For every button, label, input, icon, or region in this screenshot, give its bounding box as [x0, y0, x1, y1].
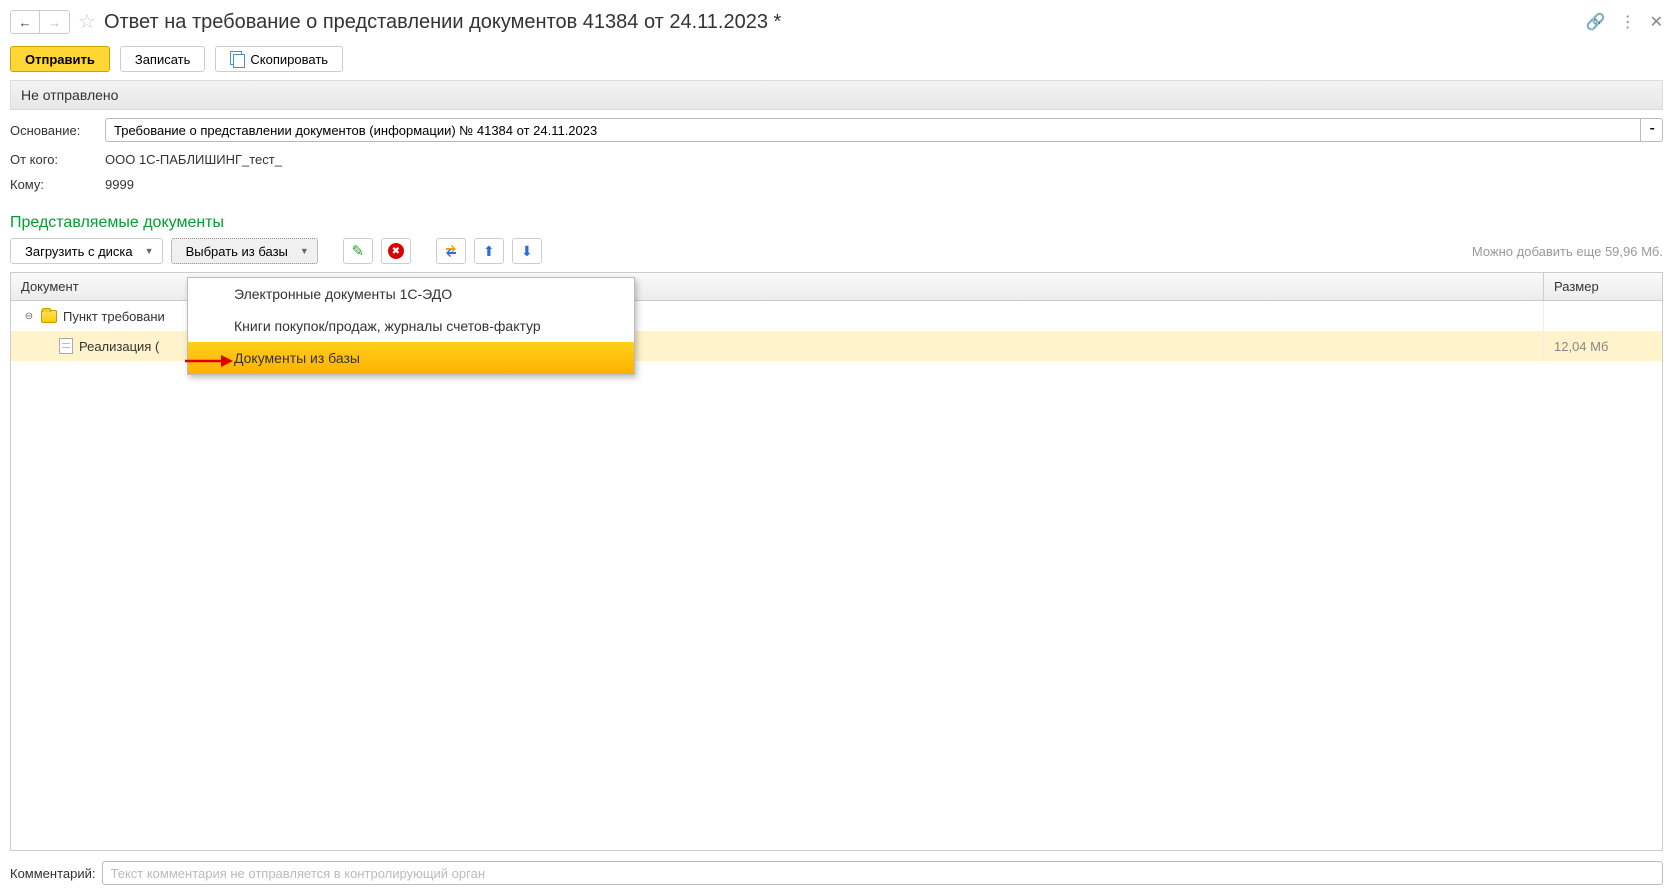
delete-button[interactable] [381, 238, 411, 264]
swap-button[interactable] [436, 238, 466, 264]
select-from-db-label: Выбрать из базы [186, 244, 288, 259]
load-from-disk-label: Загрузить с диска [25, 244, 133, 259]
folder-icon [41, 310, 57, 323]
nav-back-button[interactable]: ← [10, 10, 40, 34]
copy-button-label: Скопировать [250, 52, 328, 67]
copy-button[interactable]: Скопировать [215, 46, 343, 72]
move-up-button[interactable] [474, 238, 504, 264]
to-value: 9999 [105, 177, 134, 192]
close-icon[interactable]: ✕ [1650, 12, 1663, 32]
tree-collapse-icon[interactable]: ⊖ [23, 310, 35, 322]
move-down-button[interactable] [512, 238, 542, 264]
dropdown-item-edo[interactable]: Электронные документы 1С-ЭДО [188, 278, 634, 310]
documents-section-heading: Представляемые документы [0, 210, 1673, 238]
link-icon[interactable]: 🔗 [1586, 12, 1606, 32]
chevron-down-icon: ▼ [145, 246, 154, 256]
basis-lookup-button[interactable]: ··· [1641, 118, 1663, 142]
from-value: ООО 1С-ПАБЛИШИНГ_тест_ [105, 152, 282, 167]
row-label: Реализация ( [79, 339, 159, 354]
select-from-db-dropdown: Электронные документы 1С-ЭДО Книги покуп… [187, 277, 635, 375]
send-button[interactable]: Отправить [10, 46, 110, 72]
status-bar: Не отправлено [10, 80, 1663, 110]
from-label: От кого: [10, 152, 105, 167]
nav-forward-button[interactable]: → [40, 10, 70, 34]
dropdown-item-books[interactable]: Книги покупок/продаж, журналы счетов-фак… [188, 310, 634, 342]
row-label: Пункт требовани [63, 309, 165, 324]
comment-input[interactable] [102, 861, 1664, 885]
comment-label: Комментарий: [10, 866, 96, 881]
dropdown-item-docs-from-db[interactable]: Документы из базы [188, 342, 634, 374]
chevron-down-icon: ▼ [300, 246, 309, 256]
more-icon[interactable]: ⋮ [1620, 12, 1636, 32]
save-button[interactable]: Записать [120, 46, 206, 72]
basis-label: Основание: [10, 123, 105, 138]
quota-label: Можно добавить еще 59,96 Мб. [1472, 244, 1663, 259]
document-icon [59, 338, 73, 354]
col-size-header[interactable]: Размер [1544, 279, 1662, 294]
load-from-disk-button[interactable]: Загрузить с диска ▼ [10, 238, 163, 264]
basis-input[interactable] [105, 118, 1641, 142]
select-from-db-button[interactable]: Выбрать из базы ▼ [171, 238, 318, 264]
to-label: Кому: [10, 177, 105, 192]
edit-button[interactable] [343, 238, 373, 264]
window-title: Ответ на требование о представлении доку… [104, 11, 1586, 34]
copy-icon [230, 51, 244, 67]
favorite-star-icon[interactable]: ☆ [78, 12, 96, 32]
row-size: 12,04 Мб [1544, 339, 1662, 354]
